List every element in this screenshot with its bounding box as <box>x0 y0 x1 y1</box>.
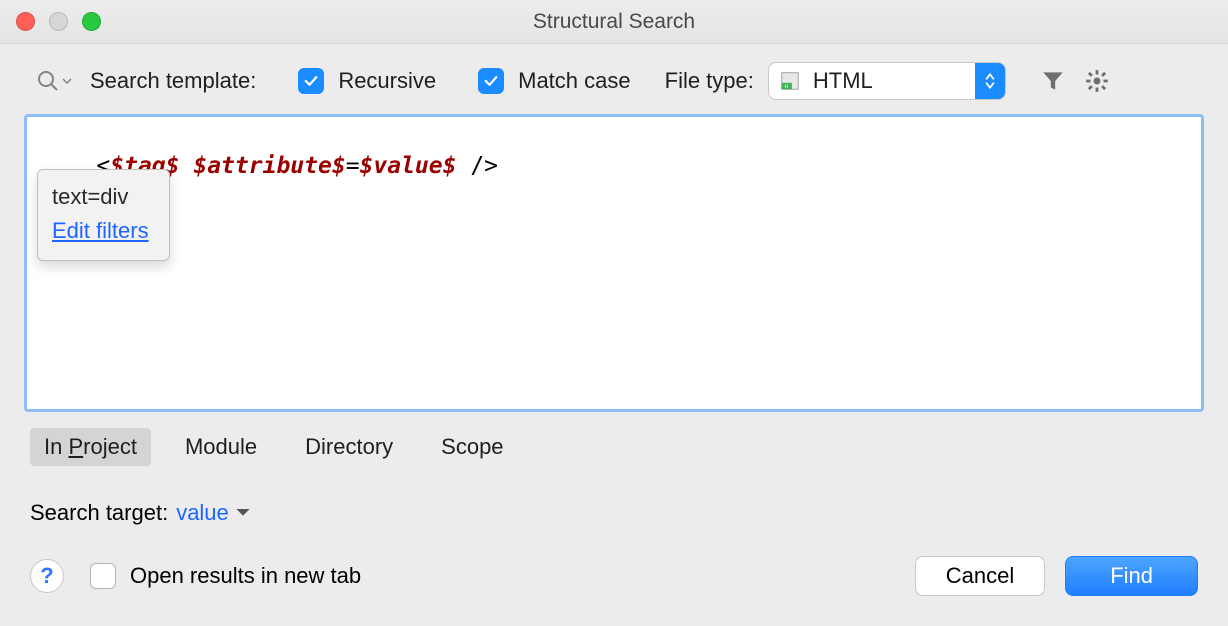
window-controls <box>0 12 101 31</box>
scope-tabs: In Project Module Directory Scope <box>0 412 1228 466</box>
tab-directory[interactable]: Directory <box>291 428 407 466</box>
recursive-checkbox[interactable] <box>298 68 324 94</box>
match-case-checkbox[interactable] <box>478 68 504 94</box>
edit-filters-link[interactable]: Edit filters <box>52 214 149 248</box>
chevron-down-icon <box>235 507 251 519</box>
code-var-value: $value$ <box>360 153 457 179</box>
open-new-tab-checkbox[interactable] <box>90 563 116 589</box>
toolbar: Search template: Recursive Match case Fi… <box>0 44 1228 114</box>
funnel-icon <box>1040 68 1066 94</box>
file-type-dropdown[interactable]: H HTML <box>768 62 1006 100</box>
checkmark-icon <box>482 72 500 90</box>
open-new-tab-label: Open results in new tab <box>130 563 361 589</box>
tab-scope[interactable]: Scope <box>427 428 517 466</box>
file-type-label: File type: <box>665 68 754 94</box>
variable-filters-popup: text=div Edit filters <box>37 169 170 261</box>
template-editor[interactable]: <$tag$ $attribute$=$value$ /> text=div E… <box>24 114 1204 412</box>
tab-in-project[interactable]: In Project <box>30 428 151 466</box>
settings-button[interactable] <box>1082 68 1112 94</box>
checkmark-icon <box>302 72 320 90</box>
match-case-label: Match case <box>518 68 631 94</box>
close-window-button[interactable] <box>16 12 35 31</box>
help-button[interactable]: ? <box>30 559 64 593</box>
search-icon <box>36 69 60 93</box>
search-target-label: Search target: <box>30 500 168 526</box>
recursive-label: Recursive <box>338 68 436 94</box>
window-title: Structural Search <box>0 10 1228 34</box>
search-template-icon[interactable] <box>36 69 72 93</box>
search-template-label: Search template: <box>90 68 256 94</box>
file-type-arrow-icon <box>975 63 1005 99</box>
find-button[interactable]: Find <box>1065 556 1198 596</box>
chevron-down-icon <box>62 76 72 86</box>
code-punct-close: /> <box>456 153 498 179</box>
filter-text-line: text=div <box>52 180 149 214</box>
titlebar: Structural Search <box>0 0 1228 44</box>
template-code: <$tag$ $attribute$=$value$ /> <box>27 117 1201 215</box>
svg-text:H: H <box>784 84 788 90</box>
footer-row: ? Open results in new tab Cancel Find <box>0 526 1228 596</box>
filter-button[interactable] <box>1038 68 1068 94</box>
search-target-row: Search target: value <box>0 466 1228 526</box>
minimize-window-button[interactable] <box>49 12 68 31</box>
tab-module[interactable]: Module <box>171 428 271 466</box>
gear-icon <box>1084 68 1110 94</box>
cancel-button[interactable]: Cancel <box>915 556 1045 596</box>
search-target-dropdown[interactable]: value <box>176 500 251 526</box>
zoom-window-button[interactable] <box>82 12 101 31</box>
code-var-attribute: $attribute$ <box>193 153 345 179</box>
html-file-icon: H <box>779 70 801 92</box>
file-type-value: HTML <box>813 68 873 94</box>
search-target-value: value <box>176 500 229 526</box>
